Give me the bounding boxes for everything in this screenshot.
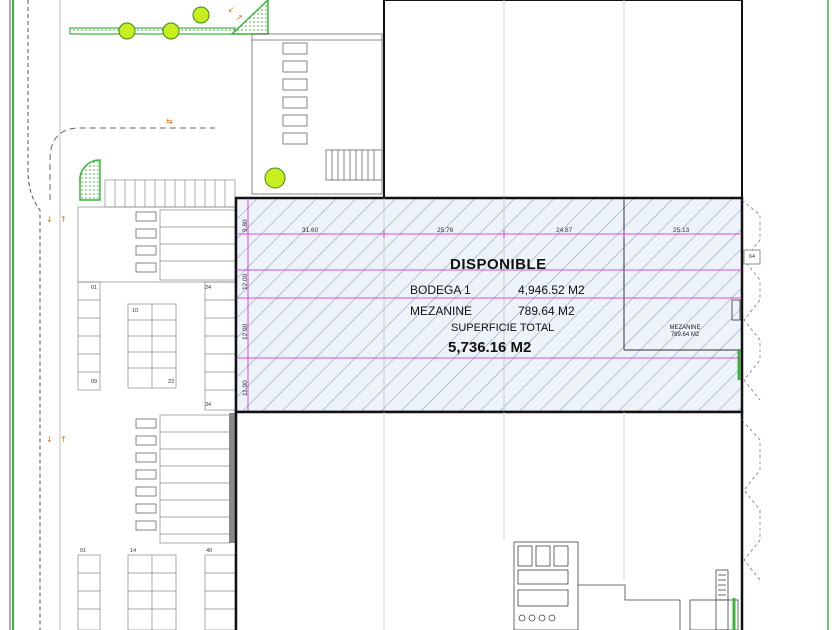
stall-number: 01 xyxy=(91,285,98,291)
traffic-arrows: ↙↗ ⇆ ↓ ↑ ↓ ↑ xyxy=(46,5,243,444)
truck-icon xyxy=(282,78,308,91)
truck-icon xyxy=(135,486,157,497)
warehouse-bottom xyxy=(234,410,744,630)
svg-text:↑: ↑ xyxy=(60,435,67,444)
stall-number: 14 xyxy=(130,548,137,554)
truck-icon xyxy=(282,42,308,55)
stall-number: 01 xyxy=(80,548,87,554)
truck-icon xyxy=(282,60,308,73)
stall-number: 09 xyxy=(91,379,98,385)
parking-upper xyxy=(77,179,236,411)
stall-number: 23 xyxy=(168,379,175,385)
truck-icon xyxy=(135,520,157,531)
truck-icon xyxy=(135,211,157,222)
availability-status: DISPONIBLE xyxy=(450,256,547,273)
dimension-label-v3: 12.00 xyxy=(242,323,249,340)
stall-number: 10 xyxy=(132,308,139,314)
truck-icon xyxy=(135,418,157,429)
tree-icon xyxy=(118,22,136,40)
mezzanine-label: MEZANINE xyxy=(410,304,473,318)
dock-wall xyxy=(229,413,235,543)
svg-text:↓: ↓ xyxy=(46,215,53,224)
truck-icon xyxy=(135,503,157,514)
mezzanine-tag-area: 789.64 M2 xyxy=(670,332,700,338)
truck-icon xyxy=(135,262,157,273)
dimension-label-h2: 25.76 xyxy=(437,227,454,234)
parking-lower xyxy=(77,414,236,630)
bodega-area: 4,946.52 M2 xyxy=(518,283,585,297)
tree-icon xyxy=(264,167,286,189)
truck-icon xyxy=(135,435,157,446)
total-area-label: SUPERFICIE TOTAL xyxy=(451,322,555,334)
total-area-value: 5,736.16 M2 xyxy=(448,339,532,356)
planter-strip xyxy=(69,27,236,35)
side-label: 64 xyxy=(749,254,756,260)
stall-number: 40 xyxy=(206,548,213,554)
parking-trucks-upper xyxy=(135,211,157,273)
mezzanine-tag-label: MEZANINE xyxy=(669,325,701,331)
truck-icon xyxy=(135,469,157,480)
tree-icon xyxy=(192,6,210,24)
road-edges xyxy=(9,0,61,630)
planter-semicircle xyxy=(79,159,101,201)
stall-number: 34 xyxy=(205,402,212,408)
parking-trucks-lower xyxy=(135,418,157,531)
tree-icon xyxy=(162,22,180,40)
circulation-path xyxy=(49,127,215,200)
truck-icon xyxy=(135,228,157,239)
truck-icon xyxy=(282,96,308,109)
warehouse-top xyxy=(383,0,743,199)
svg-text:⇆: ⇆ xyxy=(166,117,173,126)
stall-number: 24 xyxy=(205,285,212,291)
svg-text:↓: ↓ xyxy=(46,435,53,444)
dimension-label-h1: 31.60 xyxy=(302,227,319,234)
truck-icon xyxy=(135,452,157,463)
dimension-label-v2: 12.00 xyxy=(242,273,249,290)
dimension-label-v1: 9.80 xyxy=(242,219,249,232)
bodega-label: BODEGA 1 xyxy=(410,283,471,297)
dimension-label-h3: 24.87 xyxy=(556,227,573,234)
truck-icon xyxy=(282,114,308,127)
svg-text:↗: ↗ xyxy=(236,13,243,22)
dimension-label-v4: 11.90 xyxy=(242,380,249,396)
dimension-label-h4: 25.13 xyxy=(673,227,690,234)
svg-text:↑: ↑ xyxy=(60,215,67,224)
truck-icon xyxy=(135,245,157,256)
mezzanine-area: 789.64 M2 xyxy=(518,304,575,318)
svg-text:↙: ↙ xyxy=(228,5,235,14)
truck-icon xyxy=(282,132,308,145)
ramp-stairs xyxy=(325,149,383,181)
